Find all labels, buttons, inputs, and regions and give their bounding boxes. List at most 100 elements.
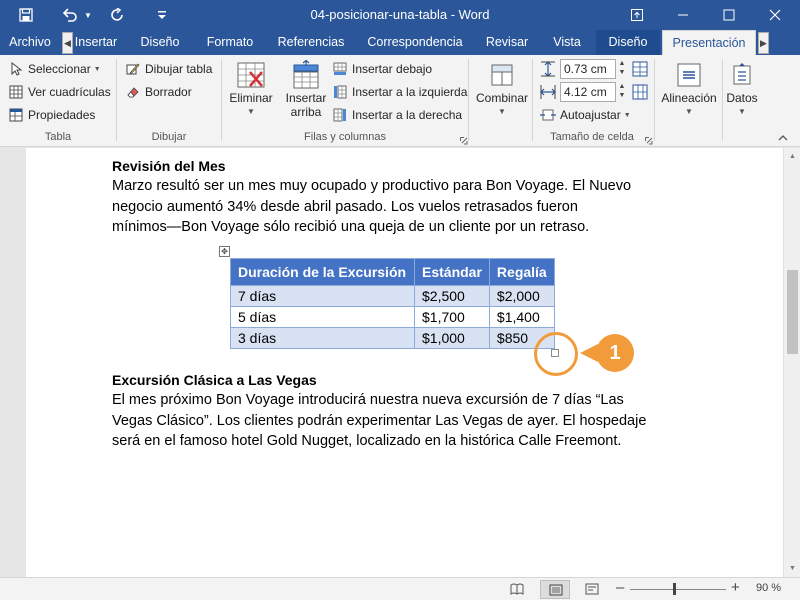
table-cell[interactable]: $1,700: [414, 306, 490, 328]
data-icon: [726, 59, 758, 91]
zoom-slider[interactable]: [630, 589, 726, 590]
column-width-spinner[interactable]: ▲ ▼: [617, 82, 627, 100]
web-layout-icon[interactable]: [585, 583, 599, 598]
scroll-down-icon[interactable]: ▼: [784, 560, 800, 577]
collapse-ribbon-icon[interactable]: [778, 131, 788, 145]
insert-above-icon: [290, 59, 322, 91]
tab-vista[interactable]: Vista: [544, 30, 590, 55]
dialog-launcher-icon[interactable]: [645, 134, 653, 145]
tab-formato[interactable]: Formato: [198, 30, 262, 55]
section-heading-revision: Revisión del Mes: [112, 158, 226, 174]
table-cell[interactable]: 5 días: [230, 306, 415, 328]
read-mode-icon[interactable]: [510, 583, 524, 598]
table-move-handle-icon[interactable]: ✥: [219, 246, 230, 257]
group-separator: [654, 59, 655, 141]
table-properties-icon: [8, 107, 24, 123]
row-height-input[interactable]: 0.73 cm: [560, 59, 616, 79]
zoom-level[interactable]: 90 %: [756, 582, 781, 594]
insert-below-icon: [332, 61, 348, 77]
dibujar-tabla-button[interactable]: Dibujar tabla: [125, 61, 212, 77]
ribbon: Seleccionar ▼ Ver cuadrículas Propiedade…: [0, 55, 800, 147]
tab-scroll-right-icon[interactable]: ▶: [758, 32, 769, 54]
callout-badge: 1: [596, 334, 634, 372]
insertar-izquierda-button[interactable]: Insertar a la izquierda: [332, 84, 467, 100]
chevron-down-icon: ▼: [93, 65, 101, 73]
table-header-cell[interactable]: Estándar: [414, 258, 490, 286]
insert-right-icon: [332, 107, 348, 123]
group-label-filas-columnas: Filas y columnas: [304, 131, 386, 143]
alineacion-button[interactable]: Alineación ▼: [658, 59, 720, 116]
print-layout-button[interactable]: [540, 580, 570, 599]
chevron-down-icon: ▼: [498, 107, 506, 116]
section-heading-las-vegas: Excursión Clásica a Las Vegas: [112, 372, 317, 388]
eliminar-button[interactable]: Eliminar ▼: [226, 59, 276, 116]
table-cell[interactable]: $1,400: [488, 306, 555, 328]
chevron-down-icon: ▼: [738, 107, 746, 116]
group-separator: [532, 59, 533, 141]
table-cell[interactable]: 3 días: [230, 327, 415, 349]
chevron-down-icon: ▼: [247, 107, 255, 116]
chevron-down-icon: ▼: [685, 107, 693, 116]
table-resize-handle[interactable]: [551, 349, 559, 357]
combinar-button[interactable]: Combinar ▼: [473, 59, 531, 116]
row-height-icon: [540, 61, 556, 80]
title-bar: ▼ 04-posicionar-una-tabla - Word: [0, 0, 800, 30]
group-separator: [468, 59, 469, 141]
borrador-button[interactable]: Borrador: [125, 84, 192, 100]
zoom-in-icon[interactable]: +: [731, 579, 740, 596]
tab-correspondencia[interactable]: Correspondencia: [360, 30, 470, 55]
ribbon-tabs: Archivo ◀ Insertar Diseño Formato Refere…: [0, 30, 800, 55]
ribbon-display-options-icon[interactable]: [614, 0, 660, 30]
scroll-up-icon[interactable]: ▲: [784, 148, 800, 165]
print-layout-icon: [549, 584, 563, 596]
chevron-down-icon: ▼: [623, 111, 631, 119]
distribute-columns-icon[interactable]: [632, 84, 648, 103]
table-row: 3 días $1,000 $850: [230, 327, 555, 349]
distribute-rows-icon[interactable]: [632, 61, 648, 80]
tab-diseno[interactable]: Diseño: [130, 30, 190, 55]
row-height-spinner[interactable]: ▲ ▼: [617, 59, 627, 77]
close-icon[interactable]: [752, 0, 798, 30]
datos-button[interactable]: Datos ▼: [724, 59, 760, 116]
table-header-row: Duración de la Excursión Estándar Regalí…: [230, 258, 555, 286]
zoom-slider-thumb[interactable]: [673, 583, 676, 595]
seleccionar-button[interactable]: Seleccionar ▼: [8, 61, 101, 77]
tab-revisar[interactable]: Revisar: [480, 30, 534, 55]
table-cell[interactable]: 7 días: [230, 285, 415, 307]
paragraph-las-vegas[interactable]: El mes próximo Bon Voyage introducirá nu…: [112, 390, 692, 452]
propiedades-button[interactable]: Propiedades: [8, 107, 95, 123]
select-cursor-icon: [8, 61, 24, 77]
scrollbar-thumb[interactable]: [787, 270, 798, 354]
column-width-input[interactable]: 4.12 cm: [560, 82, 616, 102]
document-area[interactable]: Revisión del Mes Marzo resultó ser un me…: [0, 148, 783, 577]
table-row: 5 días $1,700 $1,400: [230, 306, 555, 328]
tab-archivo[interactable]: Archivo: [2, 30, 58, 55]
insertar-arriba-button[interactable]: Insertar arriba: [282, 59, 330, 119]
ver-cuadriculas-button[interactable]: Ver cuadrículas: [8, 84, 111, 100]
dialog-launcher-icon[interactable]: [460, 134, 468, 145]
tab-referencias[interactable]: Referencias: [272, 30, 350, 55]
maximize-icon[interactable]: [706, 0, 752, 30]
delete-table-icon: [235, 59, 267, 91]
minimize-icon[interactable]: [660, 0, 706, 30]
prices-table[interactable]: Duración de la Excursión Estándar Regalí…: [230, 258, 555, 349]
table-cell[interactable]: $1,000: [414, 327, 490, 349]
insert-left-icon: [332, 84, 348, 100]
group-label-tamano-celda: Tamaño de celda: [550, 131, 634, 143]
tab-insertar[interactable]: Insertar: [72, 30, 120, 55]
table-header-cell[interactable]: Regalía: [488, 258, 555, 286]
paragraph-revision[interactable]: Marzo resultó ser un mes muy ocupado y p…: [112, 176, 692, 238]
column-width-icon: [540, 84, 556, 103]
insertar-debajo-button[interactable]: Insertar debajo: [332, 61, 432, 77]
insertar-derecha-button[interactable]: Insertar a la derecha: [332, 107, 462, 123]
table-cell[interactable]: $2,000: [488, 285, 555, 307]
vertical-scrollbar[interactable]: ▲ ▼: [783, 148, 800, 577]
table-header-cell[interactable]: Duración de la Excursión: [230, 258, 415, 286]
table-cell[interactable]: $2,500: [414, 285, 490, 307]
autoajustar-button[interactable]: Autoajustar ▼: [540, 107, 631, 123]
zoom-out-icon[interactable]: –: [616, 579, 624, 596]
tab-table-diseno[interactable]: Diseño: [596, 30, 660, 55]
status-bar: – + 90 %: [0, 577, 800, 600]
eraser-icon: [125, 84, 141, 100]
tab-presentacion[interactable]: Presentación: [662, 30, 756, 55]
